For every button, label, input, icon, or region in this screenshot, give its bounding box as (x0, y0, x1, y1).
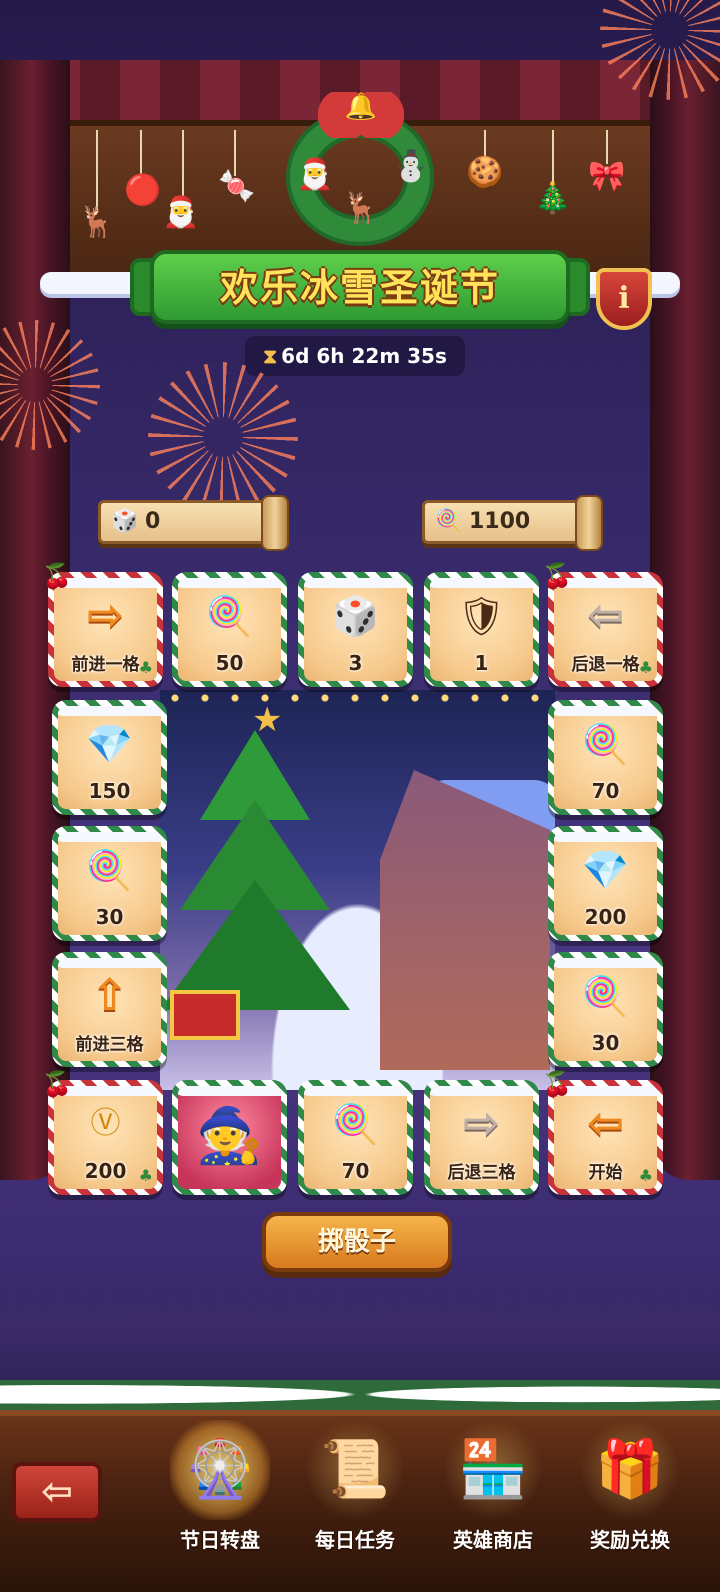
firework-decoration (148, 362, 298, 512)
bauble-ornament-icon: 🔴 (124, 173, 162, 208)
info-button[interactable]: i (596, 268, 652, 330)
board-tile-back-three: ⇨ 后退三格 (424, 1080, 539, 1195)
tree-ornament-icon: 🎄 (534, 181, 572, 216)
tile-label: 70 (591, 779, 620, 803)
vip-coin-icon: Ⓥ (90, 1106, 121, 1141)
candy-count: 1100 (469, 509, 531, 534)
board-tile-player-position: 🧙 (172, 1080, 287, 1195)
mini-tree-icon: ♣ (138, 1166, 153, 1185)
scroll-end-decoration (575, 495, 603, 551)
mini-tree-icon: ♣ (638, 1166, 653, 1185)
arrow-left-icon: ⇦ (587, 590, 624, 641)
board-tile-forward-one: ⇨ 前进一格 ♣ 🍒 (42, 562, 163, 687)
holly-icon: 🍒 (542, 1070, 572, 1098)
board-tile-dice: 🎲 3 (298, 572, 413, 687)
witch-hero-icon: 🧙 (195, 1104, 264, 1167)
nav-hero-shop[interactable]: 🏪 英雄商店 (428, 1420, 558, 1570)
nav-label: 英雄商店 (453, 1528, 533, 1552)
tile-label: 30 (591, 1031, 620, 1055)
scroll-end-decoration (261, 495, 289, 551)
countdown-text: 6d 6h 22m 35s (281, 344, 447, 368)
arrow-left-icon: ⇦ (587, 1098, 624, 1149)
nav-daily-quests[interactable]: 📜 每日任务 (290, 1420, 420, 1570)
nav-label: 每日任务 (315, 1528, 395, 1552)
tile-label: 30 (95, 905, 124, 929)
back-arrow-icon: ⇦ (41, 1469, 73, 1513)
hero-helmet-icon: 🛡 (457, 594, 506, 638)
firework-decoration (0, 320, 100, 450)
tile-label: 3 (348, 651, 363, 675)
dice-count: 0 (145, 509, 161, 534)
arrow-up-icon: ⇧ (91, 970, 128, 1021)
countdown-timer: ⧗ 6d 6h 22m 35s (245, 336, 465, 376)
candy-cane-icon: 🍭 (205, 594, 254, 638)
board-tile-candy: 🍭 70 (548, 700, 663, 815)
tile-label: 150 (88, 779, 131, 803)
ornament-string (96, 130, 98, 210)
nav-label: 奖励兑换 (590, 1528, 670, 1552)
diamond-icon: 💎 (85, 722, 134, 766)
candy-cane-ornament-icon: 🍬 (218, 169, 256, 204)
candy-counter: 🍭 1100 (422, 495, 603, 551)
bow-ornament-icon: 🎀 (588, 159, 626, 194)
ornament-string (182, 130, 184, 200)
holly-icon: 🍒 (42, 562, 72, 590)
diamond-icon: 💎 (581, 848, 630, 892)
candy-cane-icon: 🍭 (85, 848, 134, 892)
dice-counter: 🎲 0 (98, 495, 289, 551)
tile-label: 前进三格 (75, 1035, 144, 1055)
snowman-icon: ⛄ (392, 149, 430, 184)
ornament-string (552, 130, 554, 186)
board-tile-back-one: ⇦ 后退一格 ♣ 🍒 (542, 562, 663, 687)
tile-label: 1 (474, 651, 489, 675)
tile-label: 200 (584, 905, 627, 929)
scroll-quest-icon: 📜 (305, 1420, 405, 1520)
arrow-right-icon: ⇨ (463, 1098, 500, 1149)
hourglass-icon: ⧗ (263, 344, 278, 368)
christmas-scene: ★ (160, 690, 555, 1090)
bells-bow-icon: 🔔 (318, 92, 404, 138)
holly-icon: 🍒 (42, 1070, 72, 1098)
roll-dice-button[interactable]: 掷骰子 (262, 1212, 452, 1272)
nav-festival-wheel[interactable]: 🎡 节日转盘 (155, 1420, 285, 1570)
gingerbread-ornament-icon: 🍪 (466, 155, 504, 190)
reindeer-ornament-icon: 🦌 (78, 205, 116, 240)
board-tile-diamond: 💎 200 (548, 826, 663, 941)
dice-icon: 🎲 (331, 594, 380, 638)
string-lights (160, 694, 555, 702)
back-button[interactable]: ⇦ (12, 1462, 102, 1522)
board-tile-forward-three: ⇧ 前进三格 (52, 952, 167, 1067)
candy-cane-icon: 🍭 (435, 509, 463, 534)
candy-cane-icon: 🍭 (331, 1102, 380, 1146)
tile-label: 70 (341, 1159, 370, 1183)
board-tile-candy: 🍭 30 (548, 952, 663, 1067)
nav-label: 节日转盘 (180, 1528, 260, 1552)
gift-box (170, 990, 240, 1040)
board-tile-candy: 🍭 30 (52, 826, 167, 941)
santa-ornament-icon: 🎅 (162, 195, 200, 230)
board-tile-candy: 🍭 70 (298, 1080, 413, 1195)
festival-wheel-icon: 🎡 (170, 1420, 270, 1520)
mini-tree-icon: ♣ (138, 658, 153, 677)
board-tile-start: ⇦ 开始 ♣ 🍒 (542, 1070, 663, 1195)
arrow-right-icon: ⇨ (87, 590, 124, 641)
ornament-string (140, 130, 142, 178)
candy-cane-icon: 🍭 (581, 722, 630, 766)
board-tile-diamond: 💎 150 (52, 700, 167, 815)
board-tile-hero-token: 🛡 1 (424, 572, 539, 687)
holly-icon: 🍒 (542, 562, 572, 590)
board-tile-vip-coin: Ⓥ 200 ♣ 🍒 (42, 1070, 163, 1195)
gift-box-icon: 🎁 (580, 1420, 680, 1520)
shop-icon: 🏪 (443, 1420, 543, 1520)
mini-tree-icon: ♣ (638, 658, 653, 677)
nav-reward-exchange[interactable]: 🎁 奖励兑换 (565, 1420, 695, 1570)
board-tile-candy: 🍭 50 (172, 572, 287, 687)
tile-label: 后退三格 (447, 1163, 516, 1183)
reindeer-icon: 🦌 (342, 191, 380, 226)
dice-icon: 🎲 (111, 509, 139, 534)
santa-icon: 🎅 (296, 157, 334, 192)
candy-cane-icon: 🍭 (581, 974, 630, 1018)
event-title: 欢乐冰雪圣诞节 (219, 266, 500, 310)
tile-label: 50 (215, 651, 244, 675)
